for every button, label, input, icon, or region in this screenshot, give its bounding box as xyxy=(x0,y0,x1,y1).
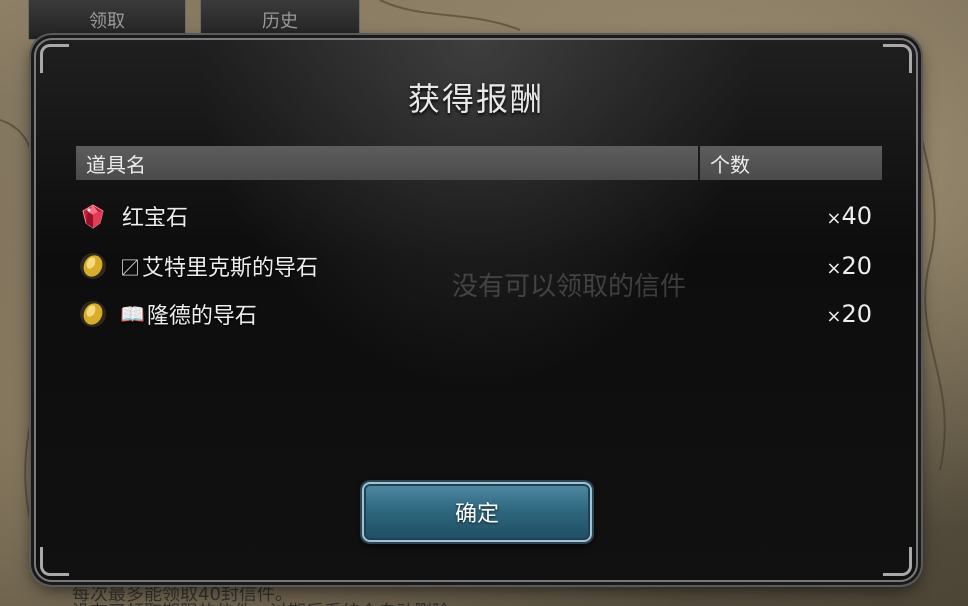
reward-row: 〼 艾特里克斯的导石 ×20 xyxy=(76,246,882,286)
reward-dialog: 获得报酬 道具名 个数 没有可以领取的信件 红宝石 ×40 〼 艾特里克斯的导石… xyxy=(34,38,918,582)
reward-item-name: 〼 艾特里克斯的导石 xyxy=(120,255,319,282)
dialog-title: 获得报酬 xyxy=(407,80,544,118)
reward-table-header: 道具名 个数 xyxy=(76,146,882,180)
reward-row: 红宝石 ×40 xyxy=(76,196,882,236)
reward-item-quantity: ×40 xyxy=(826,202,872,230)
column-header-item-name: 道具名 xyxy=(76,146,700,180)
ruby-icon xyxy=(82,204,104,229)
gold-stone-icon xyxy=(80,301,106,327)
gold-stone-icon xyxy=(80,253,106,279)
confirm-button-label: 确定 xyxy=(454,502,499,527)
frame-corner xyxy=(40,44,69,73)
column-header-count: 个数 xyxy=(700,146,882,180)
reward-item-name: 📖 隆德的导石 xyxy=(120,302,257,329)
reward-item-quantity: ×20 xyxy=(826,300,872,328)
reward-item-name: 红宝石 xyxy=(122,206,189,231)
frame-corner xyxy=(883,547,912,576)
game-screen: 领取 历史 每次最多能领取40封信件。 没有了领取期限的信件，过期后系统会自动删… xyxy=(0,0,968,606)
reward-row: 📖 隆德的导石 ×20 xyxy=(76,294,882,334)
frame-corner xyxy=(883,44,912,73)
confirm-button[interactable]: 确定 xyxy=(362,482,592,542)
frame-corner xyxy=(40,547,69,576)
reward-item-quantity: ×20 xyxy=(826,252,872,280)
mail-expiry-note: 没有了领取期限的信件，过期后系统会自动删除。 xyxy=(72,598,468,606)
tab-history[interactable]: 历史 xyxy=(200,0,360,40)
tab-history-label: 历史 xyxy=(262,10,298,32)
tab-receive[interactable]: 领取 xyxy=(28,0,186,40)
tab-receive-label: 领取 xyxy=(89,10,125,32)
